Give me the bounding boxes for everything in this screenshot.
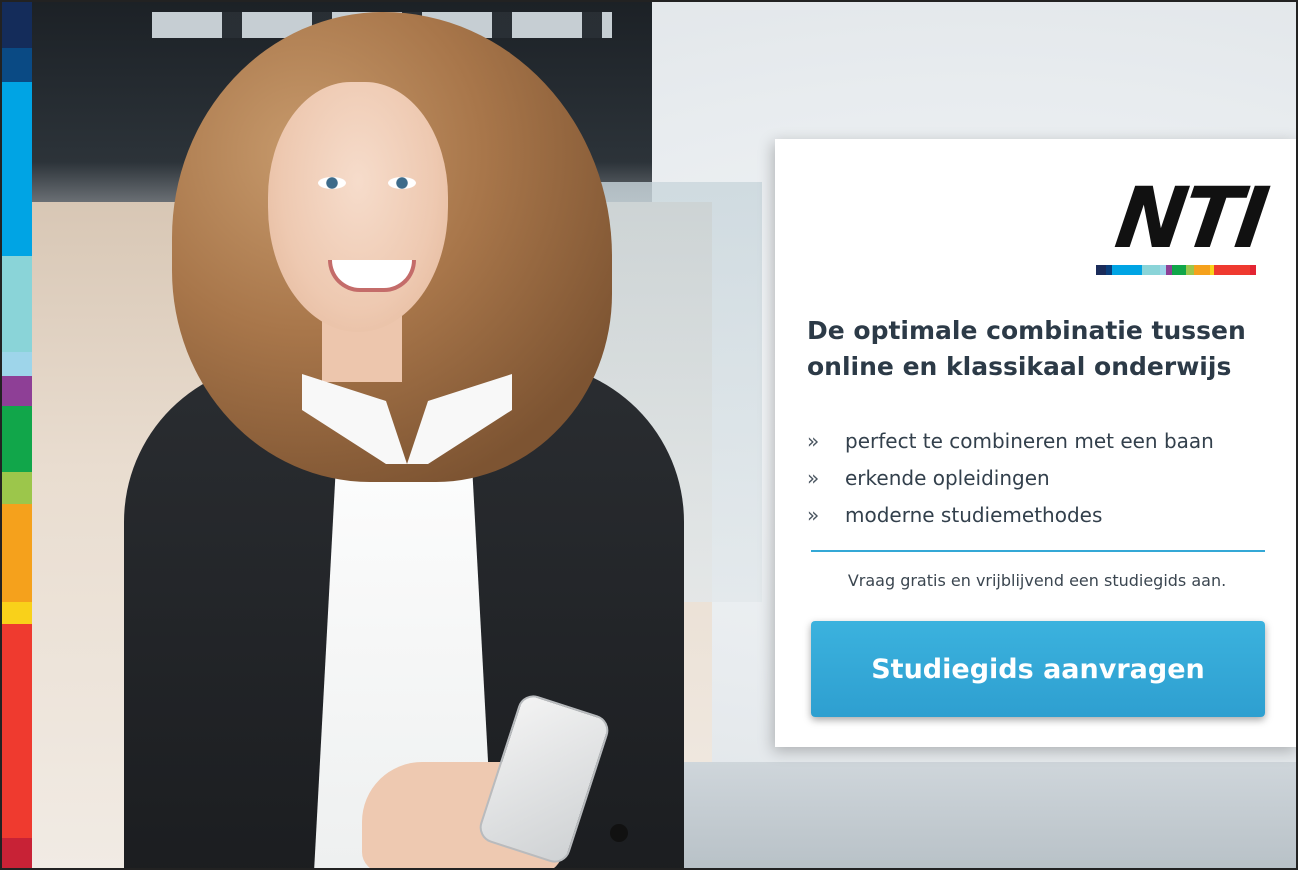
color-strip [2,2,32,868]
list-item: » moderne studiemethodes [807,497,1287,534]
strip-segment [2,2,32,48]
strip-segment [2,406,32,472]
person-face [268,82,448,332]
strip-segment [2,376,32,406]
logo-bar-segment [1096,265,1106,275]
strip-segment [2,624,32,838]
logo-bar-segment [1172,265,1186,275]
nti-logo[interactable]: NTI [1094,169,1271,285]
logo-bar-segment [1194,265,1210,275]
logo-bar-segment [1142,265,1160,275]
benefit-text: perfect te combineren met een baan [845,429,1214,453]
strip-segment [2,48,32,82]
ad-banner: NTI De optimale combinatie tussen online… [0,0,1298,870]
benefits-list: » perfect te combineren met een baan » e… [807,423,1287,534]
strip-segment [2,256,32,352]
jacket-button [610,824,628,842]
logo-bar-segment [1250,265,1256,275]
strip-segment [2,472,32,504]
list-item: » erkende opleidingen [807,460,1287,497]
strip-segment [2,82,32,256]
person-eye-right [388,177,416,189]
strip-segment [2,838,32,868]
logo-bar-segment [1186,265,1194,275]
request-brochure-button[interactable]: Studiegids aanvragen [811,621,1265,717]
panel-headline: De optimale combinatie tussen online en … [807,316,1246,381]
strip-segment [2,352,32,376]
divider [811,550,1265,552]
nti-logo-text: NTI [1110,169,1271,267]
strip-segment [2,602,32,624]
photo-background-floor [672,762,1296,868]
chevron-right-icon: » [807,466,820,490]
benefit-text: moderne studiemethodes [845,503,1103,527]
chevron-right-icon: » [807,429,820,453]
logo-bar-segment [1214,265,1250,275]
nti-logo-color-bar [1096,265,1256,275]
chevron-right-icon: » [807,503,820,527]
request-note: Vraag gratis en vrijblijvend een studieg… [847,571,1227,590]
info-panel: NTI De optimale combinatie tussen online… [775,139,1296,747]
strip-segment [2,504,32,602]
list-item: » perfect te combineren met een baan [807,423,1287,460]
person-eye-left [318,177,346,189]
logo-bar-segment [1112,265,1142,275]
benefit-text: erkende opleidingen [845,466,1050,490]
